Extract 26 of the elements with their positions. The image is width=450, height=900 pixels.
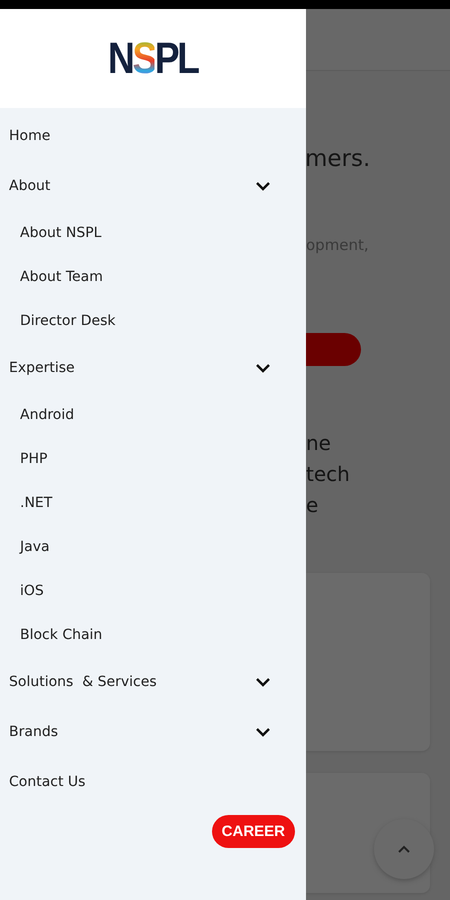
submenu-item[interactable]: PHP — [20, 451, 48, 467]
menu-item[interactable]: Expertise — [9, 360, 75, 376]
menu-item[interactable]: Brands — [9, 724, 58, 740]
nspl-logo: NSPL — [108, 36, 198, 80]
chevron-down-icon[interactable] — [255, 363, 271, 373]
submenu-item[interactable]: About Team — [20, 269, 103, 285]
body-text: tech — [306, 461, 351, 488]
submenu-item[interactable]: Java — [20, 539, 50, 555]
menu-item[interactable]: Solutions & Services — [9, 674, 157, 690]
chevron-down-icon[interactable] — [255, 181, 271, 191]
menu-item[interactable]: Home — [9, 128, 50, 144]
body-text: ne — [306, 430, 332, 457]
chevron-down-icon[interactable] — [255, 677, 271, 687]
submenu-item[interactable]: Director Desk — [20, 313, 116, 329]
menu-item[interactable]: About — [9, 178, 50, 194]
submenu-item[interactable]: About NSPL — [20, 225, 102, 241]
submenu-item[interactable]: Block Chain — [20, 627, 102, 643]
chevron-up-icon — [397, 844, 411, 854]
body-text: e — [306, 492, 320, 519]
chevron-down-icon[interactable] — [255, 727, 271, 737]
heading-text: mers. — [306, 146, 372, 172]
career-button[interactable]: CAREER — [212, 815, 295, 848]
submenu-item[interactable]: .NET — [20, 495, 52, 511]
menu-item[interactable]: Contact Us — [9, 774, 86, 790]
submenu-item[interactable]: iOS — [20, 583, 44, 599]
submenu-item[interactable]: Android — [20, 407, 74, 423]
